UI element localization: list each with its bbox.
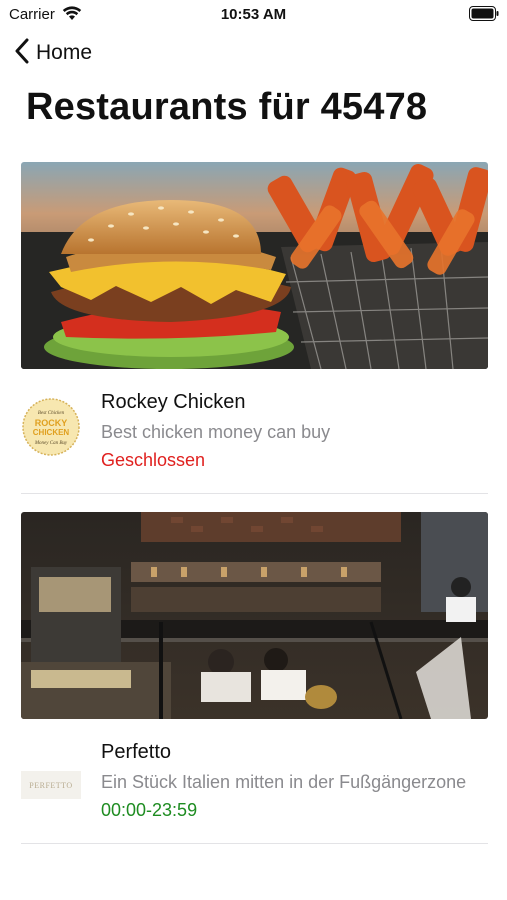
page-title: Restaurants für 45478 (26, 86, 428, 128)
restaurant-card[interactable]: PERFETTO Perfetto Ein Stück Italien mitt… (21, 512, 488, 844)
logo-text: PERFETTO (29, 781, 72, 790)
battery-icon (469, 6, 499, 26)
back-button[interactable]: Home (14, 38, 92, 68)
divider (21, 843, 488, 844)
restaurant-card[interactable]: Best Chicken ROCKY CHICKEN Money Can Buy… (21, 162, 488, 494)
restaurant-logo: Best Chicken ROCKY CHICKEN Money Can Buy (21, 397, 81, 462)
restaurant-status: 00:00-23:59 (101, 800, 198, 820)
restaurant-logo: PERFETTO (21, 771, 81, 804)
restaurant-description: Ein Stück Italien mitten in der Fußgänge… (101, 772, 467, 792)
logo-text: Best Chicken (38, 411, 65, 416)
status-time: 10:53 AM (220, 6, 287, 23)
logo-text: Money Can Buy (34, 441, 68, 446)
chevron-left-icon (14, 38, 30, 69)
restaurant-status: Geschlossen (101, 450, 206, 470)
logo-text: ROCKY (35, 418, 68, 428)
back-label: Home (36, 41, 93, 64)
restaurant-name: Perfetto (101, 741, 172, 763)
restaurant-photo (21, 162, 488, 369)
restaurant-name: Rockey Chicken (101, 391, 246, 413)
logo-text: CHICKEN (33, 428, 70, 437)
restaurant-photo (21, 512, 488, 719)
status-bar: Carrier 10:53 AM (0, 0, 507, 30)
divider (21, 493, 488, 494)
restaurant-description: Best chicken money can buy (101, 422, 331, 442)
